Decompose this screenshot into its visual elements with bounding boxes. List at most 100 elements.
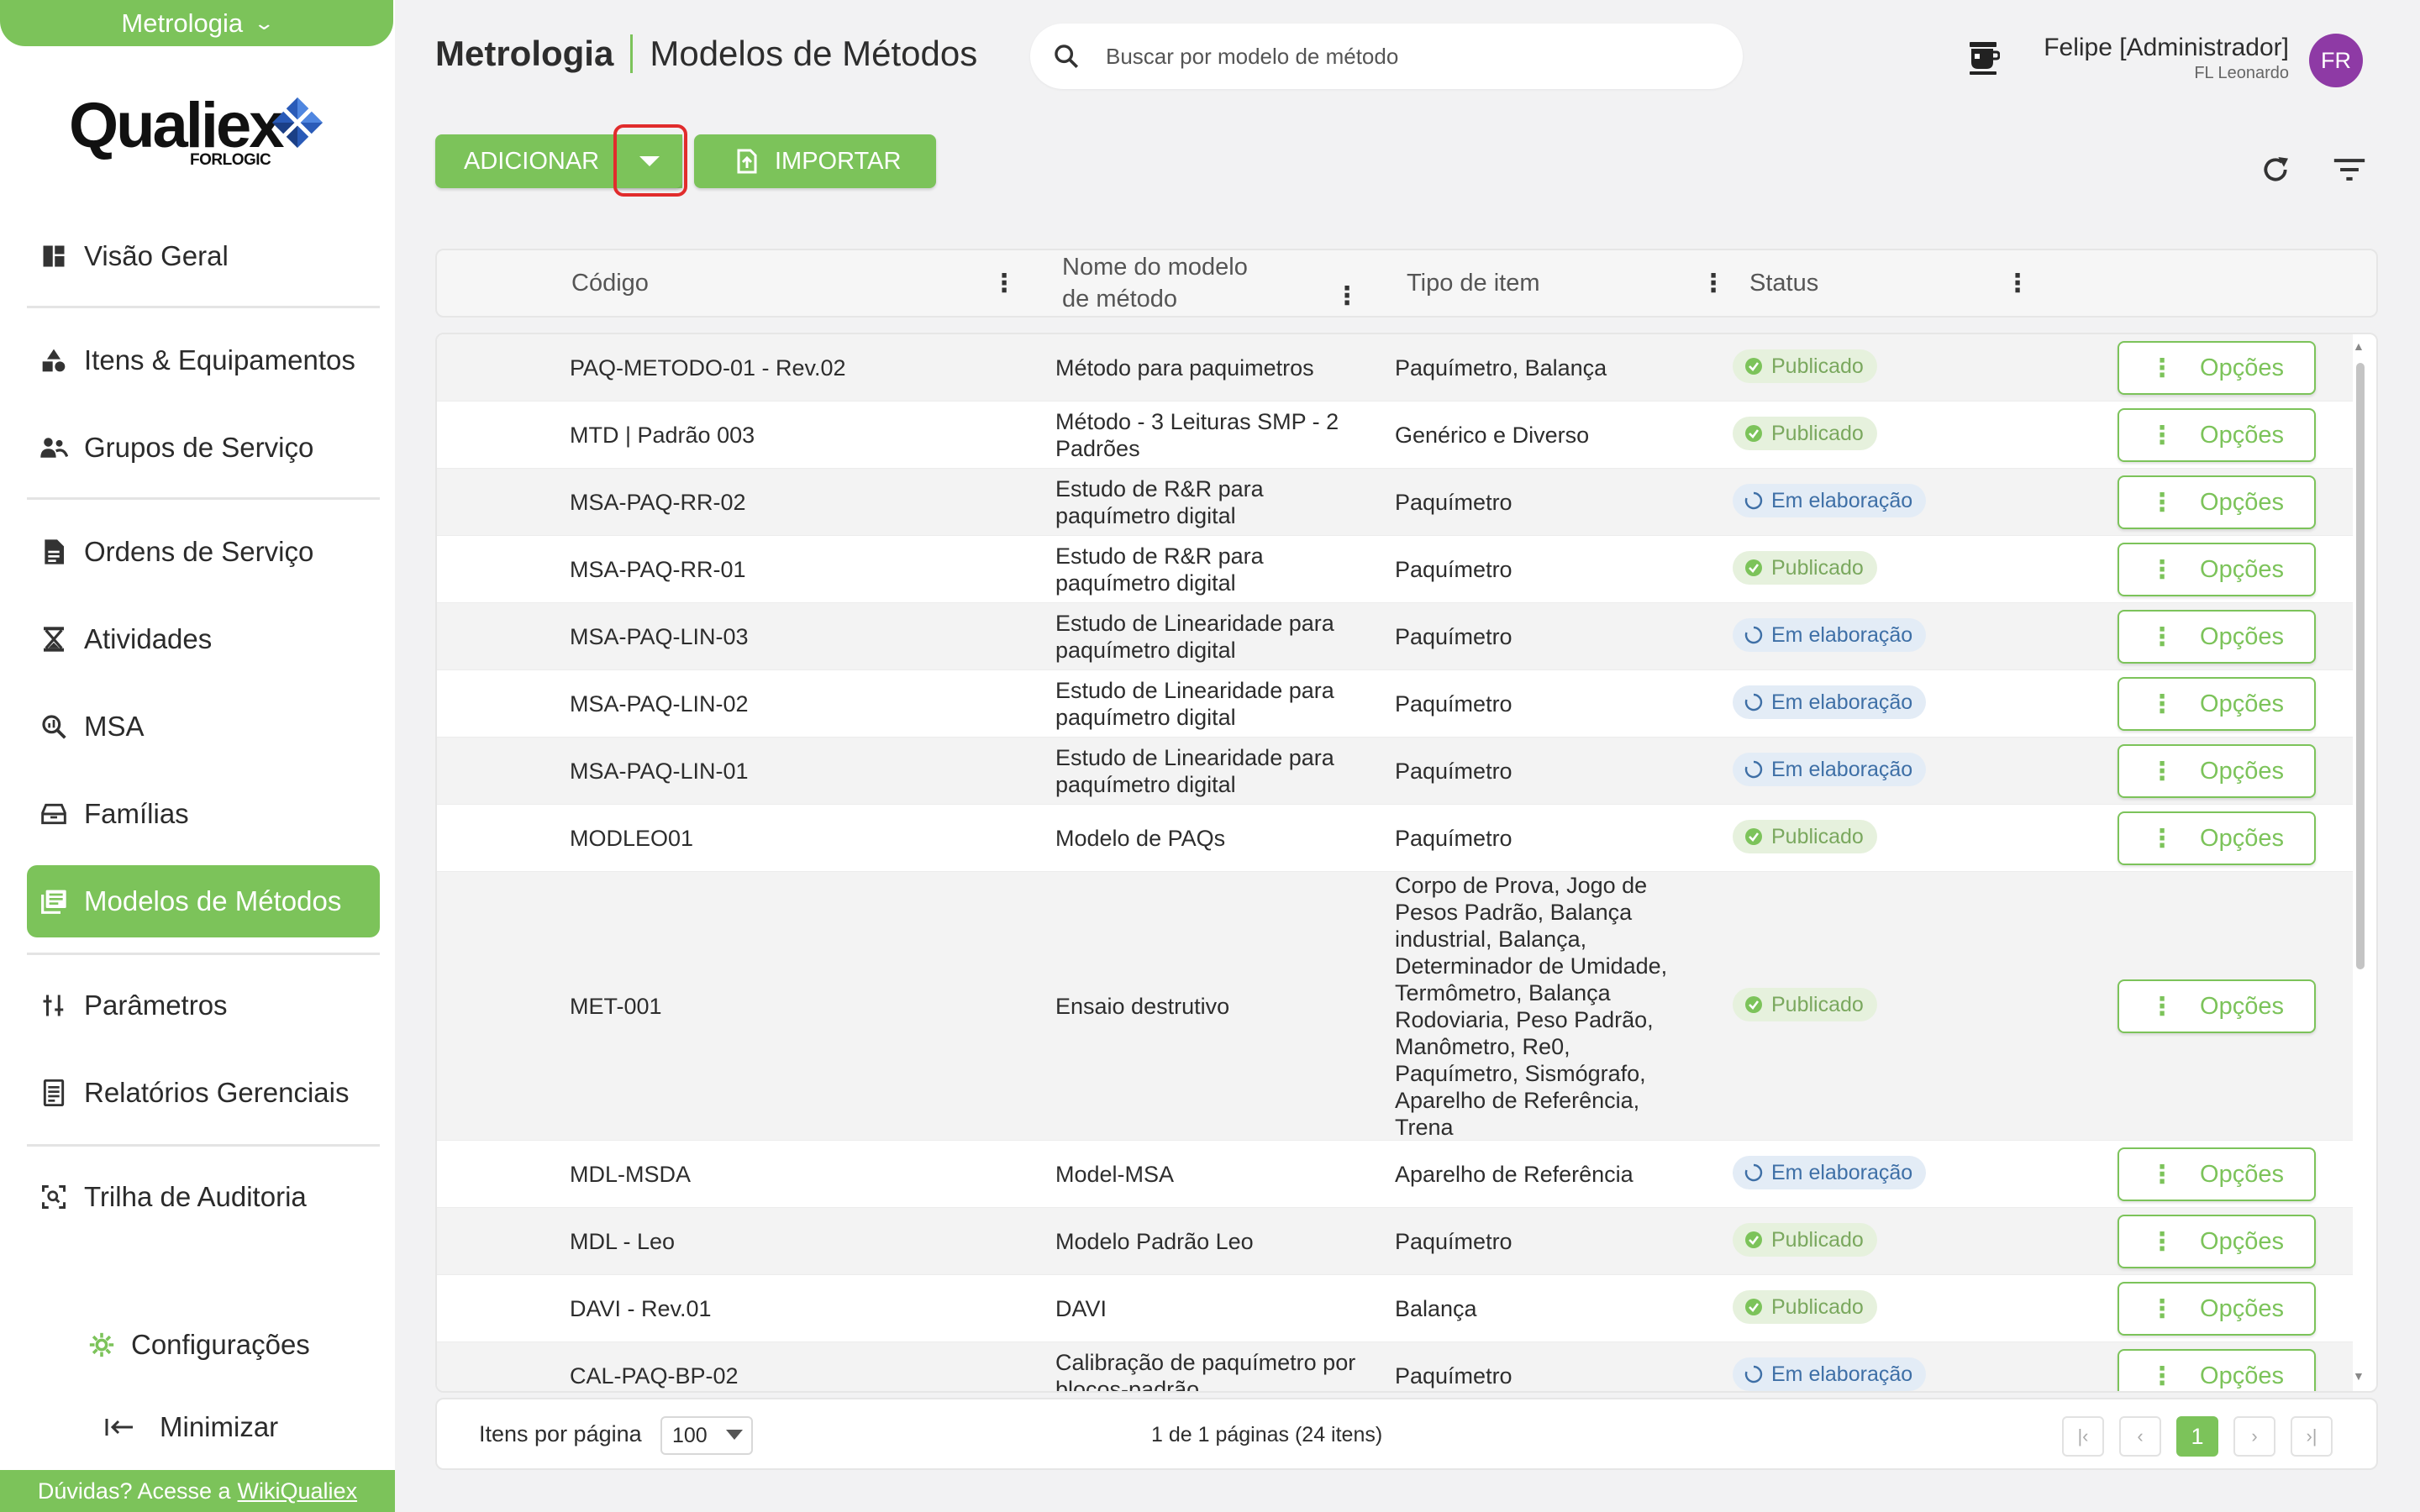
table-row[interactable]: MDL-MSDA Model-MSA Aparelho de Referência E… <box>437 1141 2353 1208</box>
sidebar-item-ordens-de-servico[interactable]: Ordens de Serviço <box>27 516 380 588</box>
scroll-up-arrow-icon[interactable]: ▲ <box>2353 339 2365 353</box>
sidebar-item-label: Relatórios Gerenciais <box>84 1077 350 1108</box>
code-cell: MSA-PAQ-RR-02 <box>570 490 746 515</box>
column-header-status[interactable]: Status ⋮ <box>1749 250 2086 316</box>
name-cell: Modelo de PAQs <box>1055 826 1226 851</box>
check-circle-icon <box>1744 559 1763 577</box>
name-cell: Método para paquimetros <box>1055 355 1314 381</box>
options-button[interactable]: ⋮ Opções <box>2118 744 2316 798</box>
name-cell: Modelo Padrão Leo <box>1055 1229 1254 1254</box>
module-selector[interactable]: Metrologia ⌄ <box>0 0 393 46</box>
sidebar-item-grupos-de-servico[interactable]: Grupos de Serviço <box>27 412 380 484</box>
options-button[interactable]: ⋮ Opções <box>2118 408 2316 462</box>
last-page-icon: ›| <box>2306 1425 2317 1446</box>
kebab-icon: ⋮ <box>2149 824 2175 853</box>
table-row[interactable]: CAL-PAQ-BP-02 Calibração de paquímetro po… <box>437 1342 2353 1391</box>
code-cell: MSA-PAQ-LIN-01 <box>570 759 749 784</box>
sidebar-item-relatorios-gerenciais[interactable]: Relatórios Gerenciais <box>27 1057 380 1129</box>
column-header-code[interactable]: Código ⋮ <box>571 250 1017 316</box>
column-menu-icon[interactable]: ⋮ <box>992 269 1017 298</box>
wiki-link[interactable]: WikiQualiex <box>238 1478 358 1504</box>
group-icon <box>39 433 69 463</box>
page-title-page: Modelos de Métodos <box>650 34 978 73</box>
items-per-page-select[interactable]: 100 <box>660 1416 753 1455</box>
check-circle-icon <box>1744 1298 1763 1316</box>
type-cell: Paquímetro <box>1395 624 1512 649</box>
sidebar-item-atividades[interactable]: Atividades <box>27 603 380 675</box>
minimize-button[interactable]: Minimizar <box>104 1411 278 1443</box>
audit-icon <box>39 1182 69 1212</box>
code-cell: PAQ-METODO-01 - Rev.02 <box>570 355 846 381</box>
avatar[interactable]: FR <box>2309 34 2363 87</box>
type-cell: Paquímetro, Balança <box>1395 355 1607 381</box>
user-name: Felipe [Administrador] <box>2044 34 2289 61</box>
options-button[interactable]: ⋮ Opções <box>2118 811 2316 865</box>
sidebar-item-parametros[interactable]: Parâmetros <box>27 969 380 1042</box>
title-divider <box>630 34 634 73</box>
options-button[interactable]: ⋮ Opções <box>2118 1215 2316 1268</box>
current-page-button[interactable]: 1 <box>2176 1416 2218 1457</box>
name-cell: DAVI <box>1055 1296 1107 1321</box>
column-header-type[interactable]: Tipo de item ⋮ <box>1407 250 1743 316</box>
table-row[interactable]: PAQ-METODO-01 - Rev.02 Método para paquim… <box>437 334 2353 402</box>
name-cell: Estudo de R&R para paquímetro digital <box>1055 543 1264 596</box>
table-row[interactable]: MSA-PAQ-LIN-03 Estudo de Linearidade para… <box>437 603 2353 670</box>
table-body: PAQ-METODO-01 - Rev.02 Método para paquim… <box>435 333 2378 1393</box>
search-input[interactable] <box>1106 43 1694 70</box>
type-cell: Aparelho de Referência <box>1395 1162 1634 1187</box>
column-header-name[interactable]: Nome do modelo de método ⋮ <box>1062 250 1365 316</box>
name-cell: Estudo de Linearidade para paquímetro di… <box>1055 678 1334 730</box>
options-button[interactable]: ⋮ Opções <box>2118 677 2316 731</box>
column-menu-icon[interactable]: ⋮ <box>1334 281 1360 312</box>
user-info[interactable]: Felipe [Administrador] FL Leonardo <box>2044 34 2289 83</box>
sidebar-item-label: Atividades <box>84 623 213 654</box>
shapes-icon <box>39 345 69 375</box>
import-button[interactable]: IMPORTAR <box>694 134 936 188</box>
first-page-button[interactable]: |‹ <box>2062 1416 2104 1457</box>
options-button[interactable]: ⋮ Opções <box>2118 543 2316 596</box>
search-icon <box>1055 45 1079 69</box>
table-row[interactable]: MSA-PAQ-RR-01 Estudo de R&R para paquímet… <box>437 536 2353 603</box>
table-row[interactable]: MSA-PAQ-LIN-02 Estudo de Linearidade para… <box>437 670 2353 738</box>
options-button[interactable]: ⋮ Opções <box>2118 341 2316 395</box>
prev-page-button[interactable]: ‹ <box>2119 1416 2161 1457</box>
options-button[interactable]: ⋮ Opções <box>2118 979 2316 1033</box>
sidebar-item-visao-geral[interactable]: Visão Geral <box>27 220 380 292</box>
options-button[interactable]: ⋮ Opções <box>2118 1282 2316 1336</box>
scroll-down-arrow-icon[interactable]: ▼ <box>2353 1369 2365 1383</box>
refresh-icon[interactable] <box>2259 153 2292 186</box>
table-row[interactable]: MSA-PAQ-LIN-01 Estudo de Linearidade para… <box>437 738 2353 805</box>
options-button[interactable]: ⋮ Opções <box>2118 1147 2316 1201</box>
type-cell: Paquímetro <box>1395 490 1512 515</box>
column-menu-icon[interactable]: ⋮ <box>2005 269 2030 298</box>
page-info: 1 de 1 páginas (24 itens) <box>1151 1423 1383 1446</box>
type-cell: Paquímetro <box>1395 1363 1512 1389</box>
sidebar-item-trilha-de-auditoria[interactable]: Trilha de Auditoria <box>27 1161 380 1233</box>
table-row[interactable]: MODLEO01 Modelo de PAQs Paquímetro Publicad… <box>437 805 2353 872</box>
coffee-cup-icon[interactable] <box>1966 40 2000 76</box>
progress-icon <box>1744 693 1763 711</box>
options-button[interactable]: ⋮ Opções <box>2118 610 2316 664</box>
settings-button[interactable]: Configurações <box>87 1329 310 1361</box>
options-button[interactable]: ⋮ Opções <box>2118 475 2316 529</box>
table-row[interactable]: MSA-PAQ-RR-02 Estudo de R&R para paquímet… <box>437 469 2353 536</box>
table-row[interactable]: MDL - Leo Modelo Padrão Leo Paquímetro Publ… <box>437 1208 2353 1275</box>
code-cell: MET-001 <box>570 994 662 1019</box>
table-row[interactable]: MTD | Padrão 003 Método - 3 Leituras SMP … <box>437 402 2353 469</box>
filter-icon[interactable] <box>2331 153 2368 186</box>
status-badge: Em elaboração <box>1733 685 1927 719</box>
next-page-button[interactable]: › <box>2233 1416 2275 1457</box>
page-title: Metrologia Modelos de Métodos <box>435 34 977 74</box>
table-row[interactable]: DAVI - Rev.01 DAVI Balança Publicado ⋮ Opções <box>437 1275 2353 1342</box>
scrollbar-thumb[interactable] <box>2356 363 2365 969</box>
last-page-button[interactable]: ›| <box>2291 1416 2333 1457</box>
sidebar-divider <box>27 306 380 308</box>
sidebar-item-modelos-de-metodos[interactable]: Modelos de Métodos <box>27 865 380 937</box>
options-button[interactable]: ⋮ Opções <box>2118 1349 2316 1391</box>
kebab-icon: ⋮ <box>2149 757 2175 785</box>
table-row[interactable]: MET-001 Ensaio destrutivo Corpo de Prova, … <box>437 872 2353 1141</box>
sidebar-item-itens-equipamentos[interactable]: Itens & Equipamentos <box>27 324 380 396</box>
sidebar-item-msa[interactable]: MSA <box>27 690 380 763</box>
column-menu-icon[interactable]: ⋮ <box>1701 269 1726 298</box>
sidebar-item-familias[interactable]: Famílias <box>27 778 380 850</box>
